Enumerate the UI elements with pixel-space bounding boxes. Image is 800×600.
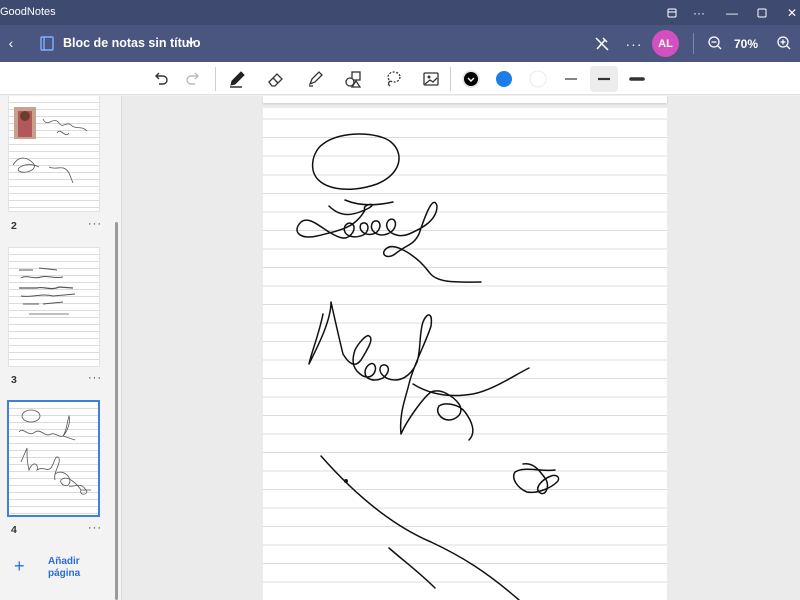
previous-page-edge (263, 96, 667, 103)
stroke-thin-icon[interactable] (558, 66, 584, 92)
canvas-area (122, 96, 800, 600)
handwriting-drawing (296, 133, 560, 600)
more-icon[interactable]: ··· (683, 0, 715, 25)
page-number: 4 (11, 524, 17, 536)
page-thumbnail[interactable] (8, 247, 100, 367)
app-title: GoodNotes (0, 6, 56, 18)
notebook-icon (40, 36, 54, 51)
add-page-button[interactable]: + Añadir página (14, 556, 104, 586)
tool-bar (0, 62, 800, 95)
page-menu-icon[interactable]: ··· (88, 218, 102, 230)
color-swatch-black[interactable] (458, 66, 484, 92)
page-number: 2 (11, 220, 17, 232)
toolbar-divider (215, 67, 216, 91)
back-icon[interactable]: ‹ (4, 33, 18, 53)
stroke-medium-icon[interactable] (590, 66, 618, 92)
zoom-out-icon[interactable] (704, 32, 726, 54)
toolbar-divider (450, 67, 451, 91)
notebook-page[interactable] (263, 108, 667, 600)
close-icon[interactable]: ✕ (776, 0, 800, 25)
zoom-level[interactable]: 70% (734, 37, 758, 51)
maximize-icon[interactable] (746, 0, 778, 25)
title-bar: GoodNotes ··· — ✕ (0, 0, 800, 25)
thumbnail-drawing (19, 267, 76, 315)
thumbnail-drawing (18, 409, 91, 495)
page-menu-icon[interactable]: ··· (88, 522, 102, 534)
page-sidebar: 2 ··· 3 ··· 4 ··· (0, 96, 122, 600)
color-swatch-blue[interactable] (491, 66, 517, 92)
pen-off-icon[interactable] (592, 34, 612, 54)
zoom-in-icon[interactable] (773, 32, 795, 54)
document-title[interactable]: Bloc de notas sin título (63, 36, 201, 50)
lasso-icon[interactable] (380, 66, 406, 92)
shapes-icon[interactable] (340, 66, 366, 92)
page-thumbnail-selected[interactable] (7, 400, 100, 517)
add-page-label: Añadir página (48, 556, 81, 579)
header-divider (693, 33, 694, 54)
chevron-down-icon[interactable] (186, 36, 196, 50)
plus-icon: + (14, 556, 25, 576)
eraser-icon[interactable] (263, 66, 289, 92)
stroke-thick-icon[interactable] (624, 66, 650, 92)
document-header: ‹ Bloc de notas sin título ··· AL 70% (0, 25, 800, 62)
page-number: 3 (11, 374, 17, 386)
image-icon[interactable] (418, 66, 444, 92)
thumbnail-drawing (12, 107, 88, 184)
color-swatch-white[interactable] (525, 66, 551, 92)
pen-icon[interactable] (224, 66, 250, 92)
page-menu-icon[interactable]: ··· (88, 372, 102, 384)
undo-icon[interactable] (148, 66, 174, 92)
sidebar-scrollbar[interactable] (115, 222, 118, 600)
more-options-icon[interactable]: ··· (624, 34, 644, 54)
page-thumbnail[interactable] (8, 96, 100, 212)
minimize-icon[interactable]: — (716, 0, 748, 25)
highlighter-icon[interactable] (302, 66, 328, 92)
redo-icon[interactable] (180, 66, 206, 92)
avatar[interactable]: AL (652, 30, 679, 57)
